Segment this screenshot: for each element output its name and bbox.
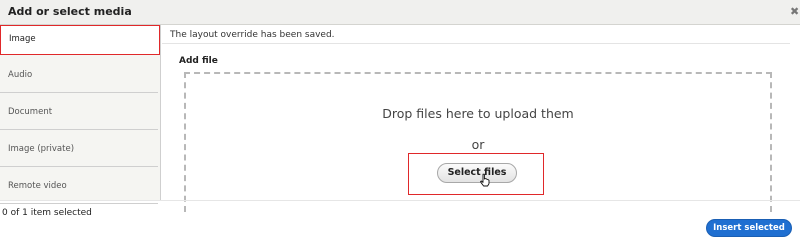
tab-audio[interactable]: Audio — [0, 57, 158, 93]
tab-document[interactable]: Document — [0, 94, 158, 130]
divider — [162, 43, 790, 44]
dropzone-or-text: or — [471, 137, 485, 152]
select-files-button[interactable]: Select files — [437, 163, 517, 183]
dropzone-instructions: Drop files here to upload them — [382, 106, 574, 121]
media-dialog: Add or select media ✖ Image Audio Docume… — [0, 0, 800, 247]
tab-image[interactable]: Image — [0, 25, 160, 55]
tab-image-private[interactable]: Image (private) — [0, 131, 158, 167]
status-message: The layout override has been saved. — [170, 30, 335, 40]
dialog-titlebar: Add or select media ✖ — [0, 0, 800, 25]
insert-selected-button[interactable]: Insert selected — [706, 219, 792, 237]
dialog-title: Add or select media — [8, 5, 132, 18]
upload-panel: The layout override has been saved. Add … — [162, 25, 790, 212]
footer-divider — [0, 200, 800, 201]
media-type-sidebar: Image Audio Document Image (private) Rem… — [0, 25, 161, 204]
tab-remote-video[interactable]: Remote video — [0, 168, 158, 204]
selection-count: 0 of 1 item selected — [2, 208, 92, 218]
hand-pointer-icon — [480, 173, 490, 187]
add-file-heading: Add file — [179, 56, 218, 66]
close-icon[interactable]: ✖ — [790, 3, 800, 21]
